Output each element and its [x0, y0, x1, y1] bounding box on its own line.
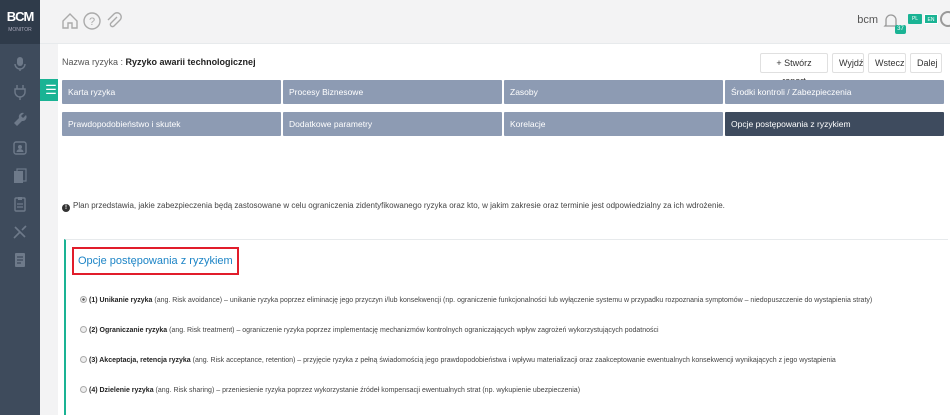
option-risk-acceptance[interactable]: (3) Akceptacja, retencja ryzyka (ang. Ri…	[80, 356, 836, 364]
logo-text: BCM	[6, 9, 35, 24]
clipboard-icon[interactable]	[10, 194, 30, 214]
option-2-text: (ang. Risk treatment) – ograniczenie ryz…	[167, 327, 659, 334]
notifications-count-badge: 37	[895, 25, 906, 34]
attachment-icon[interactable]	[104, 11, 124, 31]
radio-risk-sharing[interactable]	[80, 386, 87, 393]
tab-probability-impact[interactable]: Prawdopodobieństwo i skutek	[62, 112, 281, 136]
microphone-icon[interactable]	[10, 54, 30, 74]
create-report-button[interactable]: + Stwórz raport	[760, 53, 828, 86]
info-text: Plan przedstawia, jakie zabezpieczenia b…	[73, 201, 725, 210]
option-3-title: (3) Akceptacja, retencja ryzyka	[89, 357, 191, 364]
radio-risk-avoidance[interactable]	[80, 296, 87, 303]
user-id-icon[interactable]	[10, 138, 30, 158]
left-sidebar: BCM MONITOR	[0, 0, 40, 415]
option-1-text: (ang. Risk avoidance) – unikanie ryzyka …	[152, 297, 873, 304]
logout-icon[interactable]	[940, 11, 950, 27]
tab-controls-safeguards[interactable]: Środki kontroli / Zabezpieczenia	[725, 80, 944, 104]
language-pl-flag[interactable]: PL	[908, 14, 922, 24]
tab-risk-card[interactable]: Karta ryzyka	[62, 80, 281, 104]
wrench-icon[interactable]	[10, 110, 30, 130]
language-en-flag[interactable]: EN	[924, 14, 938, 24]
risk-options-panel: Opcje postępowania z ryzykiem (1) Unikan…	[64, 239, 948, 415]
section-title: Opcje postępowania z ryzykiem	[72, 247, 239, 275]
plug-icon[interactable]	[10, 82, 30, 102]
option-2-title: (2) Ograniczanie ryzyka	[89, 327, 168, 334]
user-name[interactable]: bcm	[857, 14, 878, 26]
option-4-text: (ang. Risk sharing) – przeniesienie ryzy…	[153, 387, 581, 394]
risk-name-line: Nazwa ryzyka : Ryzyko awarii technologic…	[62, 57, 256, 67]
documents-icon[interactable]	[10, 166, 30, 186]
option-risk-avoidance[interactable]: (1) Unikanie ryzyka (ang. Risk avoidance…	[80, 296, 872, 304]
help-icon[interactable]: ?	[82, 11, 102, 31]
tab-correlations[interactable]: Korelacje	[504, 112, 723, 136]
top-bar: ? bcm 37 PL EN	[40, 0, 950, 44]
back-button[interactable]: Wstecz	[868, 53, 906, 73]
option-3-text: (ang. Risk acceptance, retention) – przy…	[190, 357, 836, 364]
report-icon[interactable]	[10, 250, 30, 270]
option-1-title: (1) Unikanie ryzyka	[89, 297, 153, 304]
radio-risk-treatment[interactable]	[80, 326, 87, 333]
main-content: Nazwa ryzyka : Ryzyko awarii technologic…	[58, 44, 950, 415]
next-button[interactable]: Dalej	[910, 53, 942, 73]
logo-subtext: MONITOR	[8, 27, 32, 33]
info-icon: !	[62, 204, 70, 212]
tab-risk-treatment-options[interactable]: Opcje postępowania z ryzykiem	[725, 112, 944, 136]
exit-button[interactable]: Wyjdź	[832, 53, 864, 73]
app-root: BCM MONITOR ☰ ? bcm 37 PL EN Nazwa ryzyk…	[0, 0, 950, 415]
tab-business-processes[interactable]: Procesy Biznesowe	[283, 80, 502, 104]
info-message: ! Plan przedstawia, jakie zabezpieczenia …	[62, 201, 725, 212]
tab-resources[interactable]: Zasoby	[504, 80, 723, 104]
tab-additional-parameters[interactable]: Dodatkowe parametry	[283, 112, 502, 136]
radio-risk-acceptance[interactable]	[80, 356, 87, 363]
risk-name-label: Nazwa ryzyka :	[62, 57, 124, 67]
tools-icon[interactable]	[10, 222, 30, 242]
home-icon[interactable]	[60, 11, 80, 31]
svg-text:?: ?	[89, 16, 95, 28]
option-risk-sharing[interactable]: (4) Dzielenie ryzyka (ang. Risk sharing)…	[80, 386, 580, 394]
option-risk-treatment[interactable]: (2) Ograniczanie ryzyka (ang. Risk treat…	[80, 326, 659, 334]
option-4-title: (4) Dzielenie ryzyka	[89, 387, 154, 394]
risk-name-value: Ryzyko awarii technologicznej	[125, 57, 256, 67]
app-logo[interactable]: BCM MONITOR	[0, 0, 40, 44]
